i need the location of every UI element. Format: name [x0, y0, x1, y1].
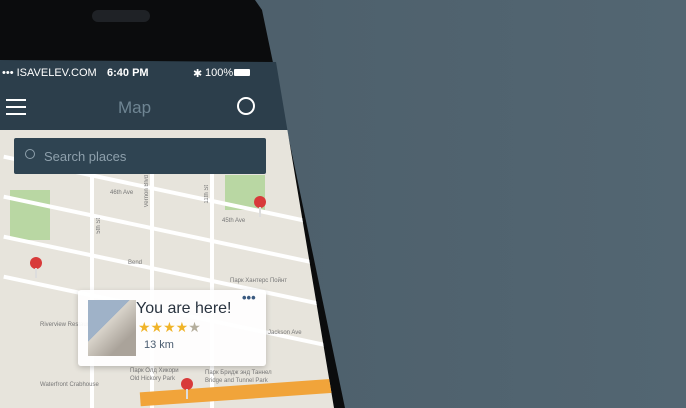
map-label: Old Hickory Park: [130, 376, 176, 382]
map-label: 11th St: [204, 185, 210, 204]
crosshair-icon[interactable]: [237, 97, 255, 115]
map-label: Парк Хантерс Пойнт: [230, 278, 288, 284]
hamburger-icon[interactable]: [6, 99, 26, 115]
status-bar: ••• ISAVELEV.COM 6:40 PM ✱ 100%: [0, 60, 334, 86]
map-label: 45th Ave: [222, 218, 246, 224]
battery-percent: 100%: [205, 67, 234, 79]
map-label: Парк Олд Хикори: [130, 368, 179, 374]
map-label: Vernon Blvd: [144, 175, 150, 208]
nav-bar: Map: [0, 86, 334, 130]
map-label: Jackson Ave: [268, 330, 302, 336]
current-location-pin[interactable]: [181, 378, 193, 399]
map-label: 5th St: [96, 218, 102, 234]
bluetooth-icon: ✱: [193, 68, 203, 80]
map-label: Парк Бридж энд Таннел: [205, 370, 272, 376]
nav-title: Map: [118, 98, 152, 117]
location-popup[interactable]: You are here! ★★★★★ 13 km •••: [78, 290, 266, 366]
battery-icon: [234, 69, 250, 76]
search-bar[interactable]: Search places: [14, 138, 266, 174]
map-pin[interactable]: [254, 196, 266, 217]
map-label: 46th Ave: [110, 190, 134, 196]
search-icon: [25, 149, 35, 159]
more-dots-icon[interactable]: •••: [242, 290, 256, 305]
place-thumbnail: [88, 300, 136, 356]
phone-speaker: [92, 10, 150, 22]
map-pin[interactable]: [30, 257, 42, 278]
phone-screen: ••• ISAVELEV.COM 6:40 PM ✱ 100% Map 46th…: [0, 60, 334, 408]
search-input[interactable]: Search places: [44, 149, 126, 164]
map-label: Waterfront Crabhouse: [40, 382, 99, 388]
rating-stars: ★★★★★: [138, 319, 201, 335]
status-time: 6:40 PM: [107, 67, 149, 79]
carrier-label: ••• ISAVELEV.COM: [2, 67, 97, 79]
map-label: Bend: [128, 260, 143, 266]
popup-title: You are here!: [136, 300, 232, 317]
popup-distance: 13 km: [144, 339, 174, 351]
